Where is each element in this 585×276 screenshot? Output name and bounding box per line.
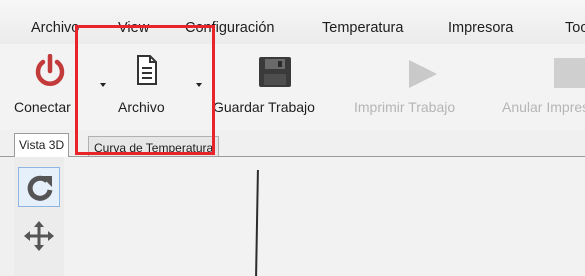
play-icon — [409, 60, 437, 88]
menu-bar: Archivo View Configuración Temperatura I… — [0, 0, 585, 44]
move-icon — [24, 221, 54, 251]
document-icon — [137, 55, 157, 85]
menu-configuracion[interactable]: Configuración — [185, 20, 274, 36]
floppy-disk-icon — [259, 57, 291, 87]
connect-dropdown-arrow[interactable] — [100, 83, 106, 87]
connect-label: Conectar — [14, 99, 71, 115]
menu-view[interactable]: View — [118, 20, 149, 36]
tab-vista-3d[interactable]: Vista 3D — [14, 133, 70, 157]
print-job-label: Imprimir Trabajo — [354, 99, 456, 115]
reset-view-button[interactable] — [18, 167, 60, 207]
menu-archivo[interactable]: Archivo — [31, 20, 79, 36]
view-tools-panel — [14, 157, 64, 276]
menu-impresora[interactable]: Impresora — [448, 20, 513, 36]
main-content — [0, 157, 585, 276]
menu-tools[interactable]: Too — [565, 20, 585, 36]
tab-curva-temperatura[interactable]: Curva de Temperatura — [88, 136, 220, 156]
3d-viewport[interactable] — [64, 157, 585, 276]
power-icon — [35, 54, 65, 86]
stop-icon — [554, 58, 585, 88]
menu-temperatura[interactable]: Temperatura — [322, 20, 403, 36]
cancel-print-label: Anular Impresión — [502, 99, 585, 115]
view-tabs: Vista 3D Curva de Temperatura — [0, 130, 585, 157]
refresh-icon — [27, 175, 53, 201]
save-job-label: Guardar Trabajo — [213, 99, 315, 115]
move-view-button[interactable] — [20, 217, 58, 255]
file-dropdown-arrow[interactable] — [196, 83, 202, 87]
toolbar: Conectar Archivo Guardar Trabajo Imprimi… — [0, 44, 585, 130]
file-label: Archivo — [118, 99, 165, 115]
